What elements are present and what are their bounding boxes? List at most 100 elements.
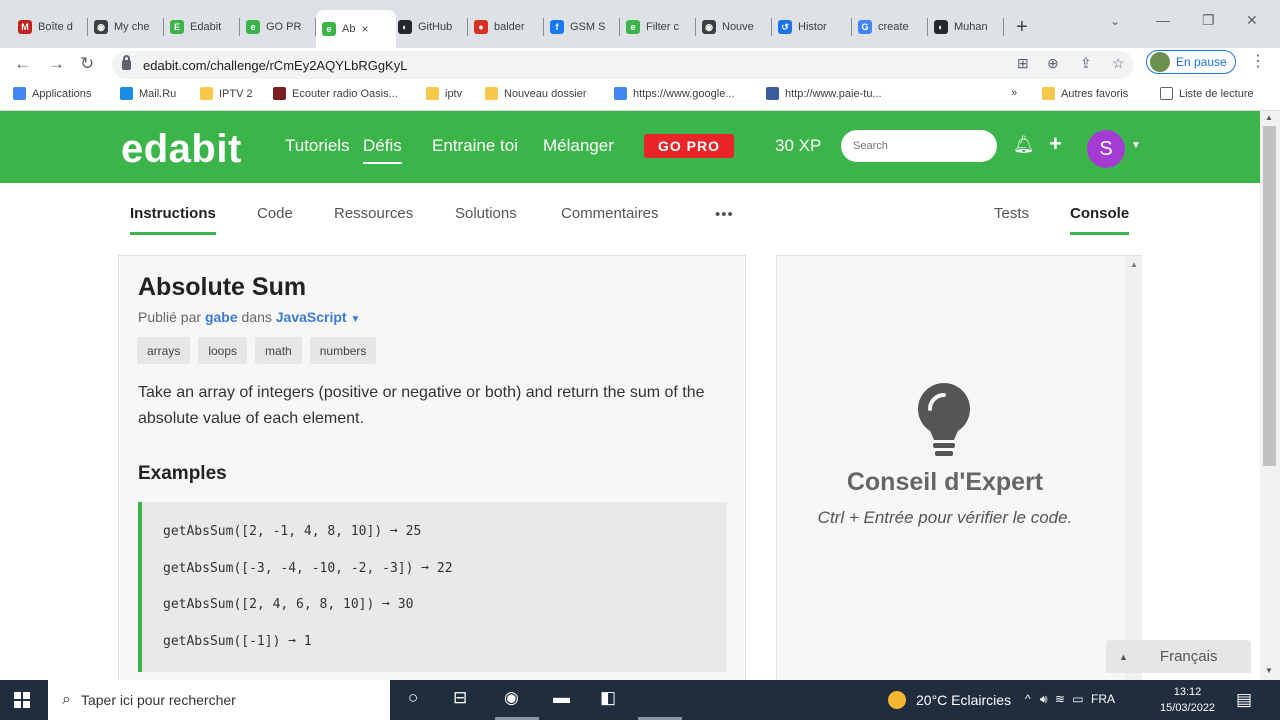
profile-button[interactable]: En pause (1146, 50, 1236, 74)
browser-tab[interactable]: ◐ Muhan (928, 14, 1004, 40)
address-bar[interactable]: edabit.com/challenge/rCmEy2AQYLbRGgKyL (112, 51, 1134, 79)
windows-taskbar: ⌕ Taper ici pour rechercher ○ ⊟ ◉ ▬ ◧ 20… (0, 680, 1280, 720)
tab-resources[interactable]: Ressources (334, 205, 413, 222)
scrollbar-thumb[interactable] (1263, 126, 1276, 466)
chrome-icon[interactable]: ◉ (504, 688, 519, 708)
taskbar-search-placeholder: Taper ici pour rechercher (80, 692, 236, 708)
bookmark-label: Ecouter radio Oasis... (292, 87, 398, 100)
tab-console[interactable]: Console (1070, 205, 1130, 235)
browser-tab[interactable]: e GO PR (240, 14, 316, 40)
plus-icon[interactable]: + (1049, 131, 1062, 157)
bookmark-other-folder[interactable]: Autres favoris (1042, 87, 1128, 100)
browser-tab[interactable]: ◉ My che (88, 14, 164, 40)
site-logo[interactable]: edabit (121, 127, 242, 172)
bookmark-item[interactable]: IPTV 2 (200, 87, 253, 100)
taskbar-clock[interactable]: 13:12 15/03/2022 (1160, 684, 1215, 716)
forward-icon[interactable]: → (48, 54, 65, 74)
nav-tutorials[interactable]: Tutoriels (285, 136, 350, 156)
browser-tab[interactable]: f GSM S (544, 14, 620, 40)
chevron-down-icon[interactable]: ▼ (1131, 140, 1141, 151)
reading-list[interactable]: Liste de lecture (1160, 87, 1254, 100)
share-icon[interactable]: ⇪ (1080, 55, 1092, 72)
tag-arrays[interactable]: arrays (137, 337, 191, 364)
close-tab-icon[interactable]: × (361, 22, 368, 36)
tab-solutions[interactable]: Solutions (455, 205, 517, 222)
browser-tab[interactable]: ● balder (468, 14, 544, 40)
tag-math[interactable]: math (255, 337, 302, 364)
bookmark-label: https://www.google... (633, 87, 735, 100)
browser-tab[interactable]: ↺ Histor (772, 14, 852, 40)
folder-icon (1042, 87, 1055, 100)
bookmarks-more[interactable]: » (1011, 87, 1017, 99)
browser-tab[interactable]: M Boîte d (12, 14, 88, 40)
back-icon[interactable]: ← (14, 54, 31, 74)
site-search-input[interactable] (841, 130, 997, 162)
tab-code[interactable]: Code (257, 205, 293, 222)
browser-tab[interactable]: E Edabit (164, 14, 240, 40)
close-window-icon[interactable]: ✕ (1246, 12, 1258, 29)
scroll-down-icon[interactable]: ▼ (1265, 666, 1273, 675)
bookmark-item[interactable]: Nouveau dossier (485, 87, 587, 100)
weather-widget[interactable]: 20°C Eclaircies (888, 691, 1011, 709)
user-avatar[interactable]: S (1087, 130, 1125, 168)
notification-icon[interactable]: ▤ (1236, 690, 1252, 710)
browser-tab[interactable]: ◉ Nouve (696, 14, 772, 40)
challenge-byline: Publié par gabe dans JavaScript ▼ (138, 309, 360, 325)
zoom-icon[interactable]: ⊕ (1047, 55, 1059, 72)
scroll-up-icon[interactable]: ▲ (1265, 113, 1273, 122)
tab-search-icon[interactable]: ⌄ (1110, 14, 1120, 28)
more-tabs-button[interactable]: ••• (715, 206, 734, 223)
tab-tests[interactable]: Tests (994, 205, 1029, 222)
cortana-icon[interactable]: ○ (408, 688, 418, 708)
windows-start-icon[interactable] (14, 692, 30, 708)
network-icon[interactable]: ≋ (1055, 692, 1065, 706)
bookmark-item[interactable]: Applications (13, 87, 91, 100)
author-link[interactable]: gabe (205, 309, 238, 325)
console-scrollbar[interactable]: ▲ (1125, 256, 1142, 686)
task-view-icon[interactable]: ⊟ (453, 688, 467, 708)
tag-list: arrays loops math numbers (137, 337, 377, 364)
nav-shuffle[interactable]: Mélanger (543, 136, 614, 156)
tab-instructions[interactable]: Instructions (130, 205, 216, 235)
caret-up-icon: ▲ (1119, 651, 1128, 662)
nav-practice[interactable]: Entraine toi (432, 136, 518, 156)
input-language[interactable]: FRA (1091, 692, 1115, 706)
browser-menu-icon[interactable]: ⋮ (1250, 51, 1266, 71)
tab-comments[interactable]: Commentaires (561, 205, 659, 222)
browser-tab[interactable]: e Filter c (620, 14, 696, 40)
search-icon: ⌕ (62, 691, 71, 708)
app-icon[interactable]: ◧ (600, 688, 616, 708)
bookmark-item[interactable]: https://www.google... (614, 87, 735, 100)
nav-challenges[interactable]: Défis (363, 136, 402, 164)
bookmark-star-icon[interactable]: ☆ (1112, 55, 1125, 72)
new-tab-button[interactable]: + (1016, 16, 1028, 39)
bookmark-icon (13, 87, 26, 100)
bookmark-item[interactable]: http://www.paie-tu... (766, 87, 882, 100)
page-scrollbar[interactable]: ▲ ▼ (1260, 111, 1280, 680)
translate-icon[interactable]: ⊞ (1017, 55, 1029, 72)
browser-tab-active[interactable]: e Ab × (316, 10, 396, 48)
bookmark-item[interactable]: Ecouter radio Oasis... (273, 87, 398, 100)
battery-icon[interactable]: ▭ (1072, 692, 1083, 706)
bell-icon[interactable]: 🔔︎ (1013, 135, 1035, 155)
tab-separator (1003, 18, 1004, 36)
minimize-icon[interactable]: — (1156, 12, 1170, 28)
volume-icon[interactable]: 🔊︎ (1040, 692, 1048, 706)
bookmark-item[interactable]: iptv (426, 87, 462, 100)
browser-tab[interactable]: Gcreate (852, 14, 928, 40)
tray-chevron-icon[interactable]: ^ (1025, 692, 1031, 706)
bookmark-item[interactable]: Mail.Ru (120, 87, 176, 100)
language-selector[interactable]: ▲ Français (1106, 640, 1251, 673)
tag-numbers[interactable]: numbers (309, 337, 377, 364)
favicon-icon: e (246, 20, 260, 34)
restore-icon[interactable]: ❐ (1202, 12, 1215, 29)
taskbar-search[interactable]: ⌕ Taper ici pour rechercher (48, 680, 390, 720)
tab-title: Nouve (722, 21, 754, 33)
tag-loops[interactable]: loops (198, 337, 248, 364)
file-explorer-icon[interactable]: ▬ (553, 688, 570, 708)
browser-tab[interactable]: ◐ GitHub (392, 14, 468, 40)
go-pro-button[interactable]: GO PRO (644, 134, 734, 158)
language-dropdown[interactable]: JavaScript ▼ (276, 309, 361, 325)
reload-icon[interactable]: ↻ (80, 54, 94, 74)
scroll-up-icon[interactable]: ▲ (1130, 260, 1138, 269)
